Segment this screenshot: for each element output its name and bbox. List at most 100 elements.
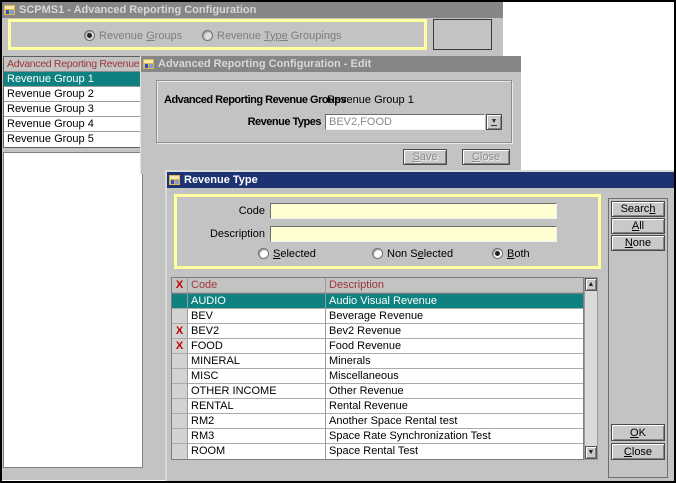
code-input[interactable]: [270, 203, 557, 219]
radio-label: Non Selected: [387, 248, 453, 260]
search-button[interactable]: Search: [611, 201, 665, 217]
radio-label: Selected: [273, 248, 316, 260]
description-cell: Audio Visual Revenue: [326, 294, 583, 309]
table-row[interactable]: OTHER INCOMEOther Revenue: [172, 384, 583, 399]
window-title: Advanced Reporting Configuration - Edit: [158, 58, 371, 70]
close-button[interactable]: Close: [462, 149, 510, 165]
scroll-up-button[interactable]: ▲: [585, 278, 597, 291]
table-scrollbar[interactable]: ▲ ▼: [584, 277, 598, 460]
description-cell: Space Rental Test: [326, 444, 583, 459]
table-row[interactable]: RENTALRental Revenue: [172, 399, 583, 414]
table-row[interactable]: RM3Space Rate Synchronization Test: [172, 429, 583, 444]
revenue-group-list-body: Revenue Group 1Revenue Group 2Revenue Gr…: [4, 72, 142, 147]
description-cell: Rental Revenue: [326, 399, 583, 414]
radio-non-selected[interactable]: Non Selected: [372, 247, 453, 260]
description-cell: Bev2 Revenue: [326, 324, 583, 339]
radio-unselected-icon: [202, 30, 213, 41]
list-item[interactable]: Revenue Group 1: [4, 72, 142, 87]
none-button[interactable]: None: [611, 235, 665, 251]
description-cell: Other Revenue: [326, 384, 583, 399]
code-cell: OTHER INCOME: [188, 384, 326, 399]
screenshot-root: SCPMS1 - Advanced Reporting Configuratio…: [0, 0, 676, 483]
table-row[interactable]: AUDIOAudio Visual Revenue: [172, 294, 583, 309]
selected-mark-cell: [172, 444, 188, 459]
scroll-up-icon: ▲: [588, 281, 595, 288]
selected-mark-cell: X: [172, 324, 188, 339]
radio-revenue-type-groupings[interactable]: Revenue Type Groupings: [202, 29, 342, 42]
list-item[interactable]: Revenue Group 2: [4, 87, 142, 102]
revenue-types-input[interactable]: [325, 114, 485, 130]
radio-selected[interactable]: Selected: [258, 247, 316, 260]
selected-mark-cell: [172, 399, 188, 414]
list-item[interactable]: Revenue Group 3: [4, 102, 142, 117]
table-row[interactable]: BEVBeverage Revenue: [172, 309, 583, 324]
ok-button[interactable]: OK: [611, 424, 665, 441]
selected-mark-cell: [172, 384, 188, 399]
close-button[interactable]: Close: [611, 443, 665, 460]
table-row[interactable]: XBEV2Bev2 Revenue: [172, 324, 583, 339]
selected-mark-cell: [172, 354, 188, 369]
code-cell: BEV: [188, 309, 326, 324]
list-item[interactable]: Revenue Group 4: [4, 117, 142, 132]
scroll-down-icon: ▼: [588, 449, 595, 456]
revenue-type-titlebar[interactable]: Revenue Type: [167, 172, 676, 188]
revenue-type-table-body: AUDIOAudio Visual RevenueBEVBeverage Rev…: [172, 294, 583, 459]
description-cell: Space Rate Synchronization Test: [326, 429, 583, 444]
description-column-header[interactable]: Description: [326, 278, 583, 293]
code-cell: RM2: [188, 414, 326, 429]
selected-mark-cell: [172, 429, 188, 444]
dropdown-arrow-icon: ▼: [491, 118, 498, 126]
selected-mark-cell: [172, 414, 188, 429]
radio-label: Both: [507, 248, 530, 260]
revenue-group-list: Advanced Reporting Revenue Gr Revenue Gr…: [3, 56, 143, 148]
description-cell: Minerals: [326, 354, 583, 369]
radio-label: Revenue Type Groupings: [217, 30, 342, 42]
code-cell: FOOD: [188, 339, 326, 354]
window-title: SCPMS1 - Advanced Reporting Configuratio…: [19, 4, 256, 16]
save-button[interactable]: Save: [403, 149, 447, 165]
selected-mark-cell: [172, 309, 188, 324]
scpms1-titlebar[interactable]: SCPMS1 - Advanced Reporting Configuratio…: [2, 2, 503, 18]
description-label: Description: [175, 228, 265, 240]
selected-mark-cell: [172, 294, 188, 309]
table-row[interactable]: MISCMiscellaneous: [172, 369, 583, 384]
selected-mark-cell: [172, 369, 188, 384]
radio-label: Revenue Groups: [99, 30, 182, 42]
radio-selected-icon: [492, 248, 503, 259]
window-icon: [169, 174, 181, 186]
radio-revenue-groups[interactable]: Revenue Groups: [84, 29, 182, 42]
table-header-row: X Code Description: [172, 278, 583, 294]
description-input[interactable]: [270, 226, 557, 242]
radio-unselected-icon: [258, 248, 269, 259]
description-cell: Food Revenue: [326, 339, 583, 354]
description-cell: Beverage Revenue: [326, 309, 583, 324]
code-cell: MINERAL: [188, 354, 326, 369]
window-revenue-type: Revenue Type Code Description Selected N…: [165, 170, 676, 483]
edit-titlebar[interactable]: Advanced Reporting Configuration - Edit: [141, 56, 521, 72]
selected-mark-column-header[interactable]: X: [172, 278, 188, 293]
all-button[interactable]: All: [611, 218, 665, 234]
scroll-down-button[interactable]: ▼: [585, 446, 597, 459]
code-cell: MISC: [188, 369, 326, 384]
table-row[interactable]: RM2Another Space Rental test: [172, 414, 583, 429]
table-row[interactable]: ROOMSpace Rental Test: [172, 444, 583, 459]
window-edit: Advanced Reporting Configuration - Edit …: [140, 56, 521, 174]
selected-mark-cell: X: [172, 339, 188, 354]
code-cell: RM3: [188, 429, 326, 444]
window-icon: [143, 58, 155, 70]
detail-box: [433, 19, 492, 50]
code-label: Code: [175, 205, 265, 217]
code-cell: AUDIO: [188, 294, 326, 309]
table-row[interactable]: MINERALMinerals: [172, 354, 583, 369]
code-cell: BEV2: [188, 324, 326, 339]
code-column-header[interactable]: Code: [188, 278, 326, 293]
table-row[interactable]: XFOODFood Revenue: [172, 339, 583, 354]
edit-groupbox: [156, 80, 512, 143]
description-cell: Another Space Rental test: [326, 414, 583, 429]
list-item[interactable]: Revenue Group 5: [4, 132, 142, 147]
revenue-groups-value: Revenue Group 1: [327, 94, 414, 106]
window-icon: [4, 4, 16, 16]
revenue-types-dropdown-button[interactable]: ▼: [486, 114, 502, 130]
radio-both[interactable]: Both: [492, 247, 530, 260]
code-cell: ROOM: [188, 444, 326, 459]
